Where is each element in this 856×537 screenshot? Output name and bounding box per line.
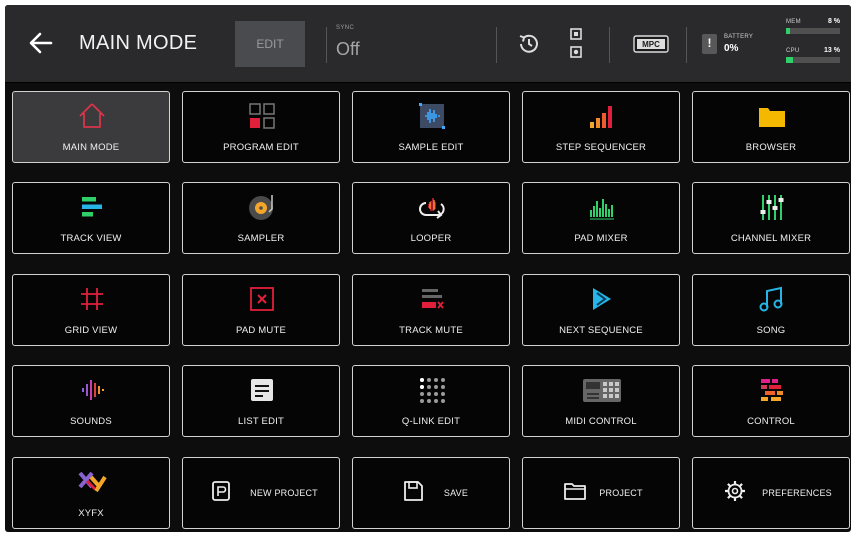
tile-label: PAD MUTE bbox=[236, 325, 286, 336]
tile-pad-mute[interactable]: PAD MUTE bbox=[182, 274, 340, 346]
tile-sampler[interactable]: SAMPLER bbox=[182, 182, 340, 254]
tile-label: PREFERENCES bbox=[762, 488, 832, 498]
tile-label: MIDI CONTROL bbox=[565, 416, 637, 427]
cpu-value: 13 % bbox=[824, 47, 840, 54]
track-lines-icon bbox=[82, 197, 102, 217]
tile-track-view[interactable]: TRACK VIEW bbox=[12, 182, 170, 254]
divider bbox=[609, 27, 610, 63]
tile-label: TRACK VIEW bbox=[60, 233, 122, 244]
grid-hash-icon bbox=[81, 288, 103, 310]
tile-channel-mixer[interactable]: CHANNEL MIXER bbox=[692, 182, 850, 254]
screen-toggle-icon[interactable] bbox=[569, 27, 583, 61]
control-blocks-icon bbox=[761, 379, 783, 401]
sound-wave-icon bbox=[82, 380, 104, 400]
mem-meter-fill bbox=[786, 28, 791, 34]
battery-warning-icon bbox=[702, 34, 717, 54]
loop-icon bbox=[419, 198, 445, 219]
program-grid-icon bbox=[249, 103, 275, 129]
cpu-meter bbox=[786, 57, 840, 63]
battery-value: 0% bbox=[724, 43, 739, 54]
tile-label: PROJECT bbox=[599, 488, 643, 498]
tile-label: LIST EDIT bbox=[238, 416, 284, 427]
tile-label: GRID VIEW bbox=[64, 325, 118, 336]
list-icon bbox=[251, 379, 273, 401]
tile-next-sequence[interactable]: NEXT SEQUENCE bbox=[522, 274, 680, 346]
mem-meter bbox=[786, 28, 840, 34]
tile-label: NEXT SEQUENCE bbox=[559, 325, 643, 336]
tile-pad-mixer[interactable]: PAD MIXER bbox=[522, 182, 680, 254]
tile-label: NEW PROJECT bbox=[250, 488, 318, 498]
main-mode-screen: MAIN MODE EDIT SYNC Off MPC BATTERY 0% M… bbox=[5, 5, 851, 532]
tile-label: SONG bbox=[756, 325, 786, 336]
tile-grid-view[interactable]: GRID VIEW bbox=[12, 274, 170, 346]
tile-label: CHANNEL MIXER bbox=[730, 233, 812, 244]
tile-label: XYFX bbox=[78, 508, 104, 519]
tile-label: CONTROL bbox=[747, 416, 795, 427]
battery-label: BATTERY bbox=[724, 34, 754, 40]
folder-icon bbox=[759, 108, 785, 127]
tile-list-edit[interactable]: LIST EDIT bbox=[182, 365, 340, 437]
tile-label: MAIN MODE bbox=[62, 142, 120, 153]
sync-label: SYNC bbox=[336, 25, 355, 31]
tile-label: STEP SEQUENCER bbox=[555, 142, 647, 153]
history-icon[interactable] bbox=[517, 32, 541, 56]
midi-controller-icon bbox=[583, 379, 621, 402]
tile-sample-edit[interactable]: SAMPLE EDIT bbox=[352, 91, 510, 163]
tile-browser[interactable]: BROWSER bbox=[692, 91, 850, 163]
header-bar: MAIN MODE EDIT SYNC Off MPC BATTERY 0% M… bbox=[5, 5, 851, 83]
divider bbox=[326, 27, 327, 63]
vinyl-icon bbox=[249, 195, 273, 220]
tile-track-mute[interactable]: TRACK MUTE bbox=[352, 274, 510, 346]
tile-project[interactable]: PROJECT bbox=[522, 457, 680, 529]
tile-midi-control[interactable]: MIDI CONTROL bbox=[522, 365, 680, 437]
tile-new-project[interactable]: NEW PROJECT bbox=[182, 457, 340, 529]
sample-waveform-icon bbox=[419, 103, 445, 129]
tile-label: Q-LINK EDIT bbox=[401, 416, 461, 427]
tile-save[interactable]: SAVE bbox=[352, 457, 510, 529]
tile-label: BROWSER bbox=[745, 142, 797, 153]
tile-label: TRACK MUTE bbox=[399, 325, 463, 336]
level-bars-icon bbox=[590, 199, 614, 220]
tile-label: SAVE bbox=[443, 488, 469, 498]
tile-label: LOOPER bbox=[410, 233, 452, 244]
tile-label: SAMPLE EDIT bbox=[398, 142, 464, 153]
cpu-meter-fill bbox=[786, 57, 794, 63]
tile-q-link-edit[interactable]: Q-LINK EDIT bbox=[352, 365, 510, 437]
divider bbox=[496, 27, 497, 63]
track-mute-icon bbox=[422, 289, 444, 309]
tile-control[interactable]: CONTROL bbox=[692, 365, 850, 437]
tile-song[interactable]: SONG bbox=[692, 274, 850, 346]
faders-icon bbox=[760, 195, 784, 220]
tile-program-edit[interactable]: PROGRAM EDIT bbox=[182, 91, 340, 163]
mpc-device-icon[interactable]: MPC bbox=[633, 35, 669, 53]
edit-button[interactable]: EDIT bbox=[235, 21, 305, 67]
tile-xyfx[interactable]: XYFX bbox=[12, 457, 170, 529]
mpc-label: MPC bbox=[642, 40, 660, 49]
tile-main-mode[interactable]: MAIN MODE bbox=[12, 91, 170, 163]
tile-label: PAD MIXER bbox=[574, 233, 628, 244]
page-title: MAIN MODE bbox=[79, 32, 198, 54]
pad-mute-icon bbox=[250, 287, 274, 311]
back-arrow-icon[interactable] bbox=[27, 29, 55, 57]
music-note-icon bbox=[759, 286, 783, 312]
tile-looper[interactable]: LOOPER bbox=[352, 182, 510, 254]
house-icon bbox=[79, 103, 105, 128]
cpu-label: CPU bbox=[786, 48, 800, 54]
tile-preferences[interactable]: PREFERENCES bbox=[692, 457, 850, 529]
xy-icon bbox=[78, 471, 107, 493]
tile-label: SAMPLER bbox=[237, 233, 285, 244]
sync-value[interactable]: Off bbox=[336, 39, 360, 60]
next-arrow-icon bbox=[593, 288, 611, 310]
knob-grid-icon bbox=[420, 378, 445, 403]
mem-value: 8 % bbox=[827, 18, 840, 25]
mem-label: MEM bbox=[786, 19, 801, 25]
tile-step-sequencer[interactable]: STEP SEQUENCER bbox=[522, 91, 680, 163]
tile-sounds[interactable]: SOUNDS bbox=[12, 365, 170, 437]
step-bars-icon bbox=[590, 106, 612, 128]
tile-label: PROGRAM EDIT bbox=[223, 142, 299, 153]
gear-icon bbox=[725, 481, 745, 501]
tile-label: SOUNDS bbox=[70, 416, 112, 427]
divider bbox=[686, 27, 687, 63]
